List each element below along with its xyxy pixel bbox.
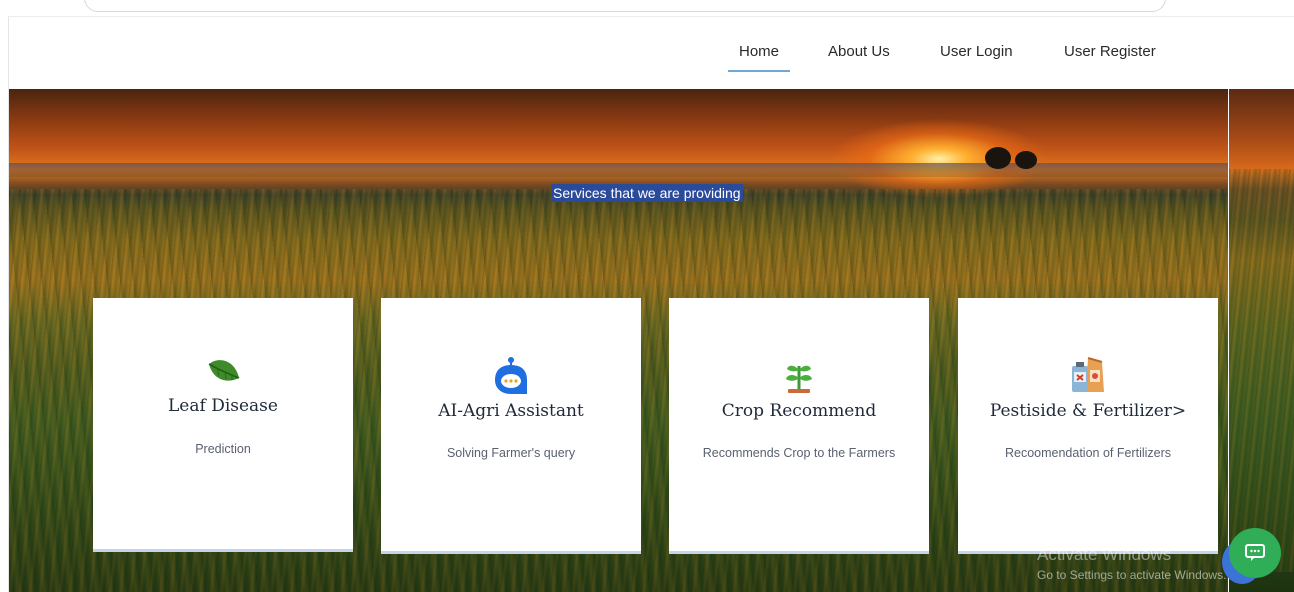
service-card-leaf-disease[interactable]: Leaf Disease Prediction: [93, 298, 353, 552]
activate-windows-subtitle: Go to Settings to activate Windows.: [1037, 568, 1227, 582]
service-card-title: Crop Recommend: [721, 401, 877, 421]
service-card-title: AI-Agri Assistant: [438, 401, 584, 421]
service-card-crop-recommend[interactable]: Crop Recommend Recommends Crop to the Fa…: [669, 298, 929, 554]
browser-top-fragment: [84, 0, 1166, 12]
service-card-ai-agri-assistant[interactable]: AI-Agri Assistant Solving Farmer's query: [381, 298, 641, 554]
chatbot-icon: [381, 356, 641, 396]
services-heading: Services that we are providing: [551, 184, 743, 202]
nav-about-link[interactable]: About Us: [828, 43, 890, 60]
service-card-pesticide-fertilizer[interactable]: Pestiside & Fertilizer> Recoomendation o…: [958, 298, 1218, 554]
service-card-title: Pestiside & Fertilizer>: [989, 401, 1187, 421]
nav-register-link[interactable]: User Register: [1064, 43, 1156, 60]
sprout-icon: [669, 360, 929, 394]
service-card-title: Leaf Disease: [168, 396, 278, 416]
wheat-field: [1229, 169, 1294, 572]
nav-home-link[interactable]: Home: [727, 43, 791, 72]
nav-login-link[interactable]: User Login: [940, 43, 1013, 60]
hero-side-panel: [1229, 89, 1294, 592]
chat-bubble-icon: [1245, 544, 1265, 561]
service-card-description: Solving Farmer's query: [446, 446, 576, 460]
activate-windows-title: Activate Windows: [1037, 545, 1172, 564]
tree-silhouette: [985, 147, 1011, 169]
tree-silhouette: [1015, 151, 1037, 169]
fertilizer-bag-icon: [958, 356, 1218, 394]
service-card-description: Recommends Crop to the Farmers: [702, 446, 896, 460]
service-card-description: Recoomendation of Fertilizers: [1004, 446, 1172, 460]
chat-widget-button[interactable]: [1229, 528, 1281, 578]
leaf-icon: [93, 356, 353, 386]
horizon-line: [9, 163, 1228, 177]
navbar: Home About Us User Login User Register: [9, 17, 1293, 89]
service-card-description: Prediction: [195, 442, 251, 456]
